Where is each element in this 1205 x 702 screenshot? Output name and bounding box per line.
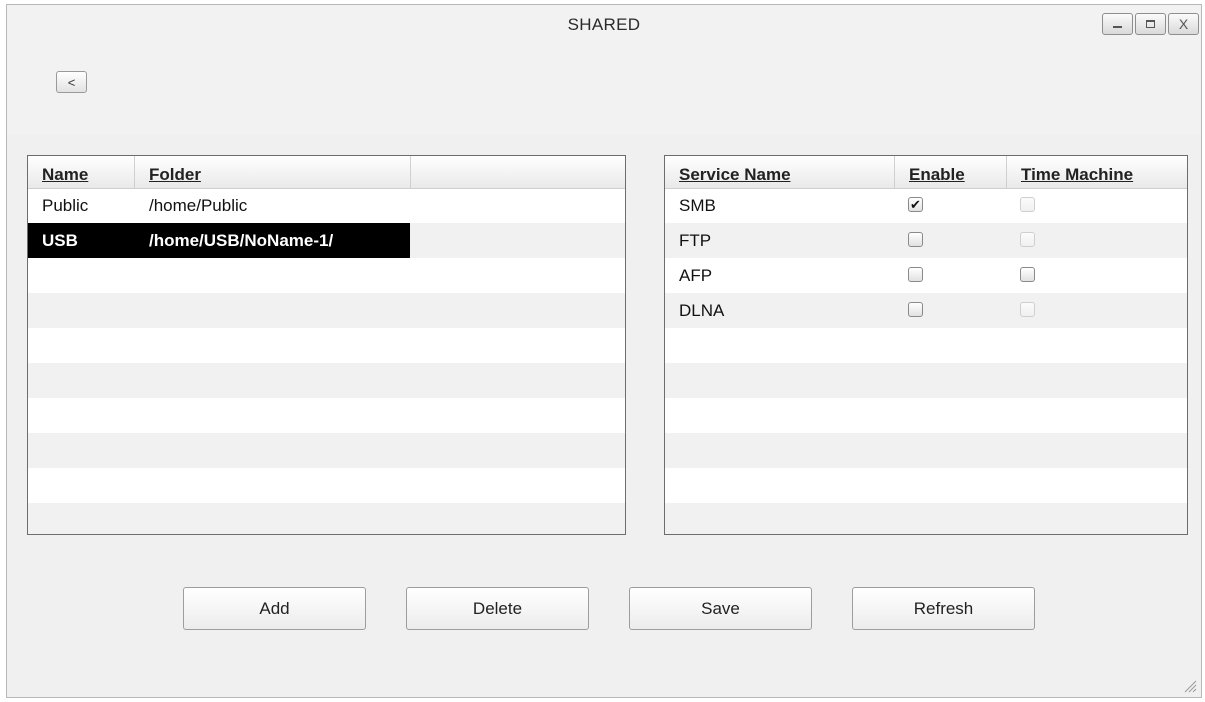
time-machine-checkbox	[1020, 302, 1035, 317]
share-row[interactable]: Public/home/Public	[28, 188, 625, 223]
refresh-button[interactable]: Refresh	[852, 587, 1035, 630]
empty-row	[28, 258, 625, 293]
empty-row	[665, 503, 1187, 534]
empty-row	[665, 328, 1187, 363]
maximize-icon	[1146, 20, 1155, 28]
maximize-button[interactable]	[1135, 13, 1166, 35]
close-icon: X	[1178, 16, 1189, 32]
enable-checkbox[interactable]	[908, 232, 923, 247]
column-header-service-name[interactable]: Service Name	[665, 156, 895, 188]
column-header-empty	[411, 156, 625, 188]
delete-button[interactable]: Delete	[406, 587, 589, 630]
empty-row	[28, 328, 625, 363]
service-row[interactable]: DLNA	[665, 293, 1187, 328]
empty-row	[665, 363, 1187, 398]
empty-row	[28, 468, 625, 503]
services-table-header: Service Name Enable Time Machine	[665, 156, 1187, 189]
save-button[interactable]: Save	[629, 587, 812, 630]
time-machine-checkbox	[1020, 232, 1035, 247]
time-machine-checkbox[interactable]	[1020, 267, 1035, 282]
column-header-name[interactable]: Name	[28, 156, 135, 188]
service-name-cell: SMB	[679, 196, 716, 215]
service-row[interactable]: AFP	[665, 258, 1187, 293]
service-name-cell: FTP	[679, 231, 712, 250]
empty-row	[665, 433, 1187, 468]
time-machine-checkbox	[1020, 197, 1035, 212]
window-controls: X	[1102, 13, 1199, 35]
back-button[interactable]: <	[56, 71, 87, 93]
service-row[interactable]: FTP	[665, 223, 1187, 258]
add-button[interactable]: Add	[183, 587, 366, 630]
shares-table: Name Folder Public/home/Public USB/home/U…	[27, 155, 626, 535]
column-header-enable[interactable]: Enable	[895, 156, 1007, 188]
enable-checkbox[interactable]: ✔	[908, 197, 923, 212]
empty-row	[28, 398, 625, 433]
empty-row	[665, 398, 1187, 433]
enable-checkbox[interactable]	[908, 302, 923, 317]
empty-row	[28, 503, 625, 534]
shares-table-header: Name Folder	[28, 156, 625, 189]
share-row[interactable]: USB/home/USB/NoName-1/	[28, 223, 625, 258]
service-row[interactable]: SMB ✔	[665, 188, 1187, 223]
column-header-time-machine[interactable]: Time Machine	[1007, 156, 1187, 188]
window-title: SHARED	[567, 15, 641, 34]
share-name-cell: Public	[42, 196, 89, 215]
minimize-button[interactable]	[1102, 13, 1133, 35]
empty-row	[665, 468, 1187, 503]
services-table: Service Name Enable Time Machine SMB ✔ FTP…	[664, 155, 1188, 535]
empty-row	[28, 293, 625, 328]
minimize-icon	[1113, 26, 1122, 28]
resize-grip-icon[interactable]	[1183, 679, 1197, 693]
service-name-cell: DLNA	[679, 301, 725, 320]
title-bar: SHARED X <	[7, 5, 1201, 135]
close-button[interactable]: X	[1168, 13, 1199, 35]
empty-row	[28, 433, 625, 468]
share-name-cell: USB	[42, 231, 78, 250]
share-folder-cell: /home/Public	[149, 196, 248, 215]
column-header-folder[interactable]: Folder	[135, 156, 411, 188]
service-name-cell: AFP	[679, 266, 713, 285]
shared-window: SHARED X < Name Folder Public/home/Publi…	[6, 4, 1202, 698]
enable-checkbox[interactable]	[908, 267, 923, 282]
share-folder-cell: /home/USB/NoName-1/	[149, 231, 334, 250]
empty-row	[28, 363, 625, 398]
